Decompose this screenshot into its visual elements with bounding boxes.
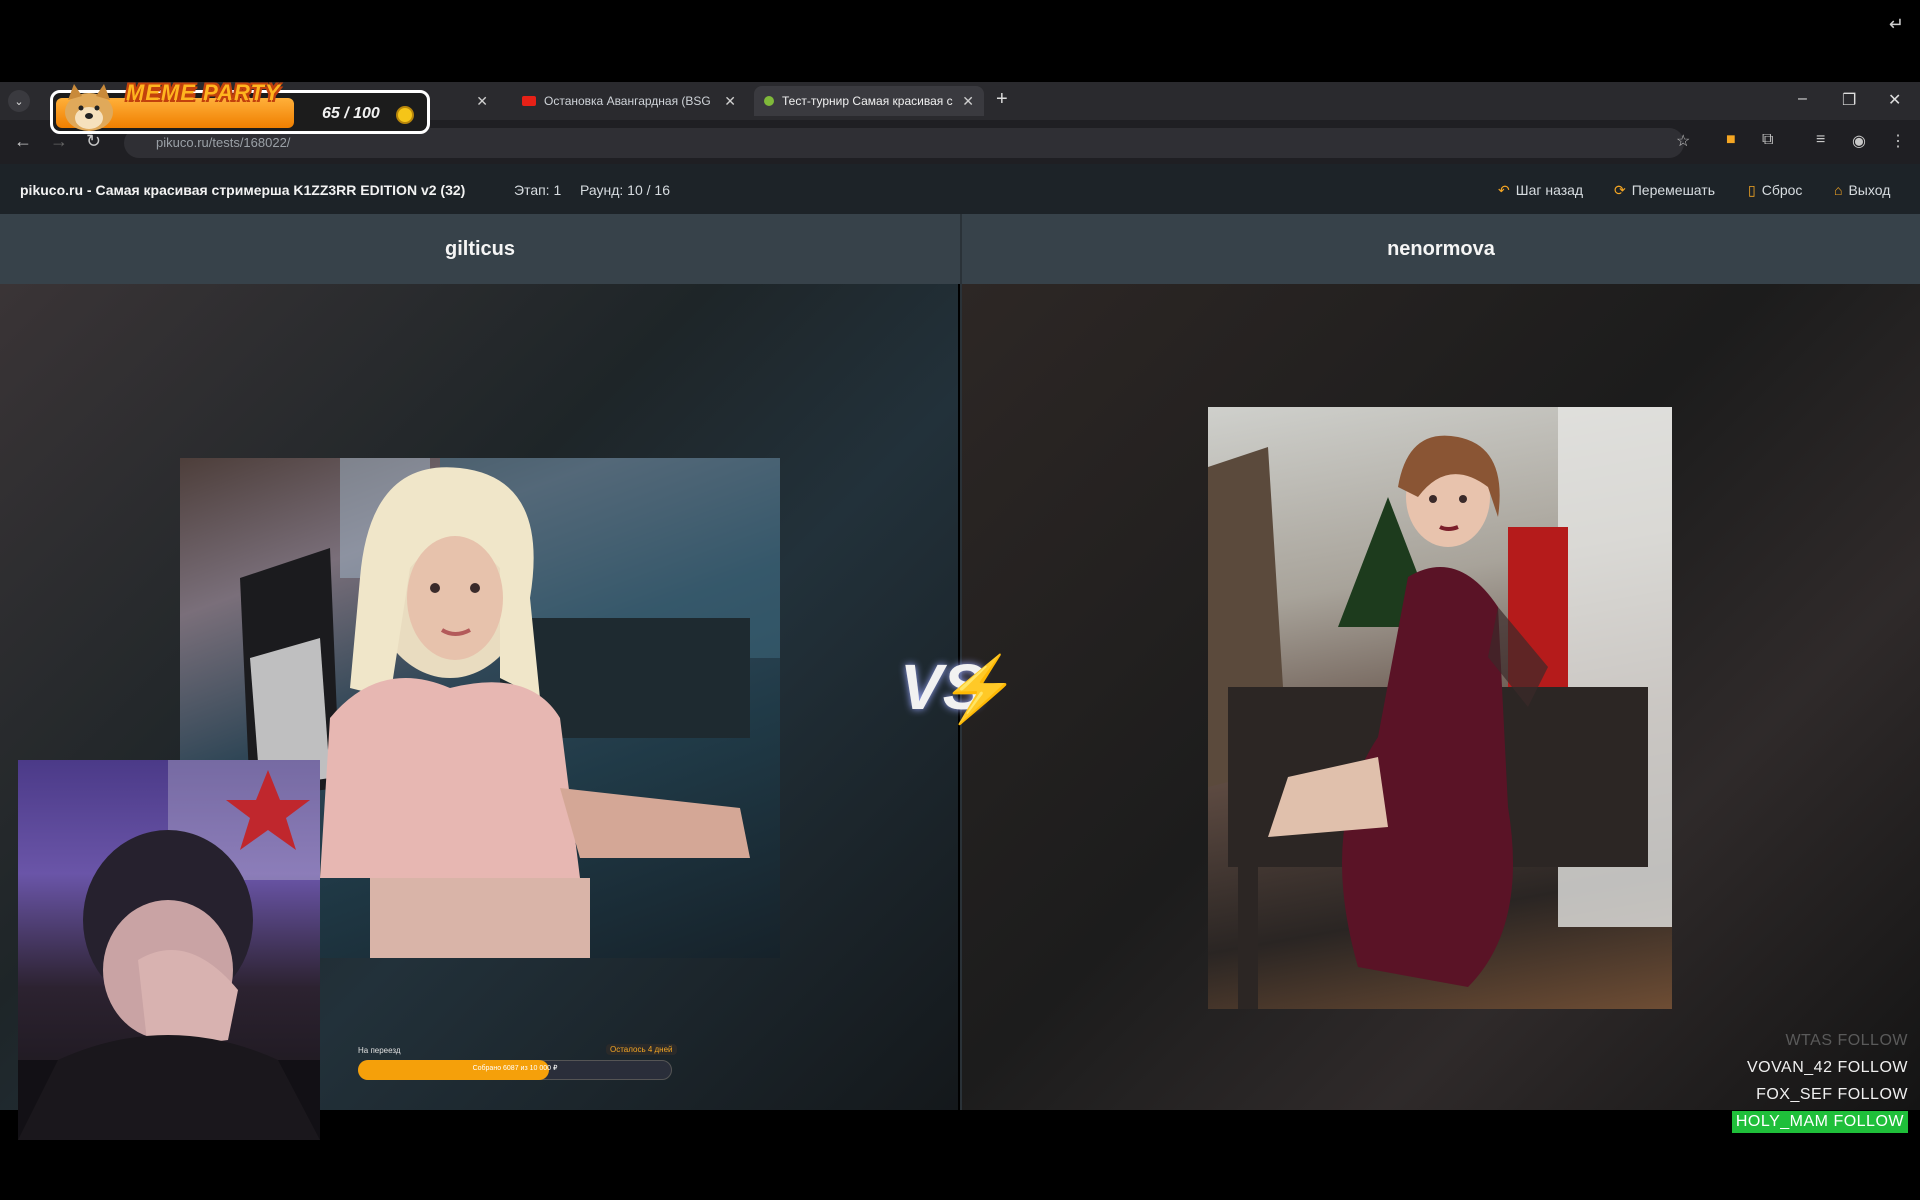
lightning-icon: ⚡ [940,653,1020,725]
candidate-right-photo[interactable] [1208,407,1672,1009]
tab-label: Тест-турнир Самая красивая с [782,94,953,108]
extension-icon[interactable]: ■ [1726,131,1736,149]
tab-hidden[interactable]: ✕ [418,86,498,116]
shuffle-icon: ⟳ [1614,182,1626,198]
follow-alert-highlighted: HOLY_MAM FOLLOW [1731,1111,1908,1133]
reload-icon[interactable]: ↻ [86,131,101,152]
undo-icon: ↶ [1498,182,1510,198]
follow-alert: FOX_SEF FOLLOW [1756,1086,1908,1103]
new-tab-icon[interactable]: + [996,88,1008,111]
coin-icon [396,106,414,124]
minimize-icon[interactable]: – [1798,90,1807,108]
doge-icon [65,84,113,131]
meme-party-title: MEME PARTY [126,80,281,105]
round-label: Раунд: 10 / 16 [580,182,670,198]
donation-goal-label: На переезд [358,1046,401,1055]
youtube-icon [522,96,536,106]
return-icon[interactable]: ↵ [1889,14,1904,35]
close-window-icon[interactable]: ✕ [1888,90,1901,110]
shuffle-button[interactable]: ⟳ Перемешать [1614,182,1715,199]
bookmark-star-icon[interactable]: ☆ [1676,131,1690,151]
close-icon[interactable]: ✕ [962,93,974,110]
donation-goal-remaining: Осталось 4 дней [606,1044,677,1055]
restore-icon[interactable]: ❐ [1842,90,1856,110]
menu-icon[interactable]: ⋮ [1890,131,1906,151]
profile-icon[interactable]: ◉ [1852,131,1866,151]
trash-icon: ▯ [1748,182,1756,198]
close-icon[interactable]: ✕ [724,93,736,110]
tab-label: Остановка Авангардная (BSG [544,94,711,108]
tab-search-icon[interactable]: ⌄ [8,90,30,112]
puzzle-icon[interactable]: ⧉ [1762,131,1773,149]
stage-label: Этап: 1 [514,182,562,198]
exit-button[interactable]: ⌂ Выход [1834,182,1890,198]
reset-button[interactable]: ▯ Сброс [1748,182,1802,199]
media-icon[interactable]: ≡ [1816,131,1825,149]
step-back-button[interactable]: ↶ Шаг назад [1498,182,1583,199]
back-arrow-icon[interactable]: ← [14,131,32,152]
candidate-left-name[interactable]: gilticus [0,214,960,284]
forward-arrow-icon[interactable]: → [50,131,68,152]
page-title: pikuco.ru - Самая красивая стримерша K1Z… [20,182,466,198]
tab-pikuco[interactable]: Тест-турнир Самая красивая с ✕ [754,86,984,116]
home-icon: ⌂ [1834,182,1843,198]
candidate-right-name[interactable]: nenormova [962,214,1920,284]
close-icon[interactable]: ✕ [476,93,488,110]
pikuco-icon [764,96,774,106]
meme-party-count: 65 / 100 [322,105,380,122]
follow-alert: WTAS FOLLOW [1785,1032,1908,1049]
follow-alert: VOVAN_42 FOLLOW [1746,1059,1908,1076]
url-text[interactable]: pikuco.ru/tests/168022/ [156,135,290,150]
tab-youtube[interactable]: Остановка Авангардная (BSG ✕ [512,86,746,116]
donation-goal-text: Собрано 6087 из 10 000 ₽ [472,1065,558,1072]
webcam-overlay [18,760,320,1140]
